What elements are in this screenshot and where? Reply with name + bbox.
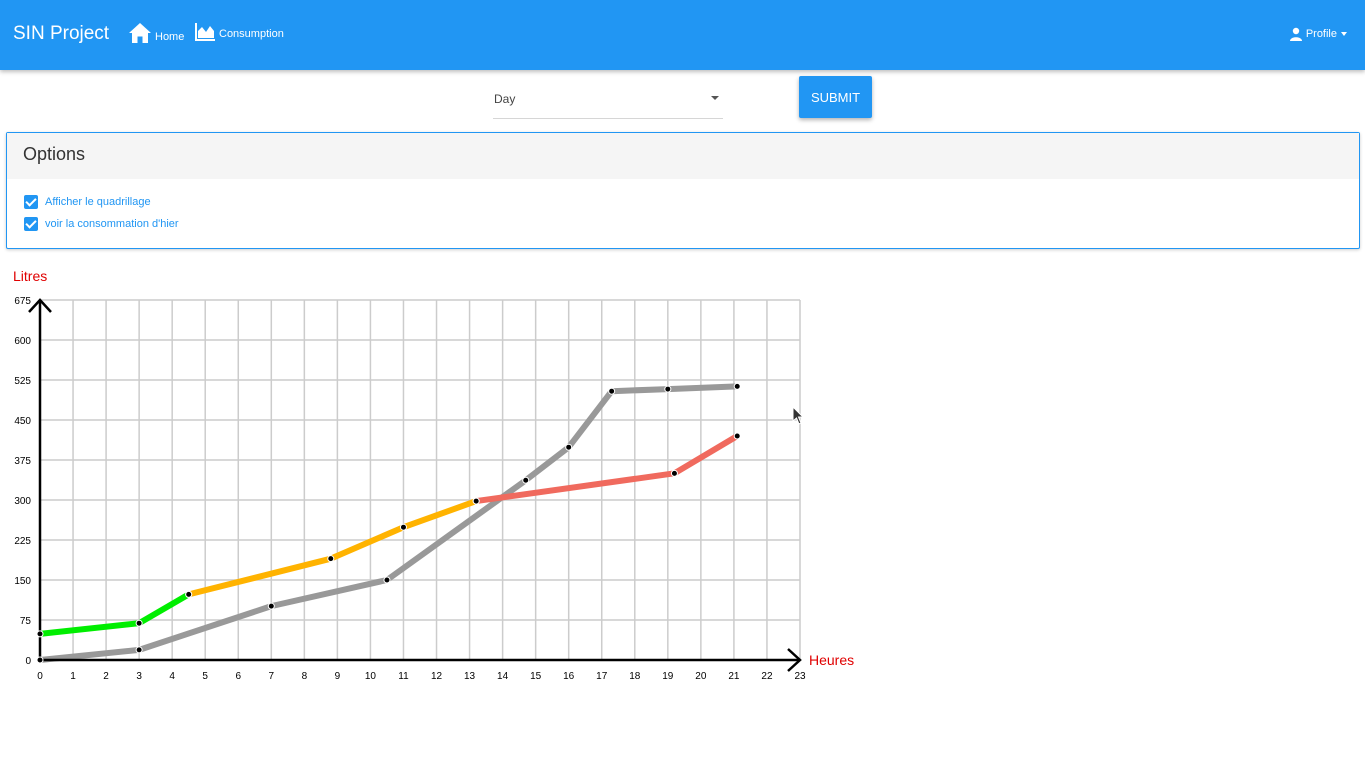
data-point	[327, 555, 335, 563]
x-tick-label: 6	[235, 671, 241, 682]
data-point	[135, 646, 143, 654]
y-tick-label: 675	[14, 296, 31, 307]
submit-button[interactable]: SUBMIT	[799, 76, 872, 118]
options-header: Options	[7, 133, 1359, 179]
user-icon	[1289, 27, 1302, 41]
x-tick-label: 4	[169, 671, 175, 682]
y-tick-label: 450	[14, 416, 31, 427]
x-tick-label: 2	[103, 671, 109, 682]
data-point	[185, 590, 193, 598]
grid-toggle-label[interactable]: Afficher le quadrillage	[45, 196, 151, 208]
x-tick-label: 1	[70, 671, 76, 682]
x-tick-label: 7	[269, 671, 275, 682]
data-point	[399, 523, 407, 531]
top-navbar: SIN Project Home Consumption Profile	[0, 0, 1365, 70]
series-line-today-segment-0	[39, 591, 191, 637]
x-tick-label: 8	[302, 671, 308, 682]
options-title: Options	[23, 144, 86, 164]
y-tick-label: 300	[14, 496, 31, 507]
data-point	[135, 619, 143, 627]
x-tick-label: 23	[794, 671, 806, 682]
profile-label: Profile	[1305, 28, 1337, 40]
nav-home-link[interactable]: Home	[128, 22, 184, 44]
y-tick-label: 225	[14, 536, 31, 547]
data-point	[733, 382, 741, 390]
data-point	[733, 432, 741, 440]
home-icon	[129, 23, 151, 43]
x-tick-label: 10	[365, 671, 377, 682]
x-tick-label: 22	[761, 671, 773, 682]
y-tick-label: 525	[14, 376, 31, 387]
mouse-cursor-icon	[792, 406, 805, 425]
y-tick-label: 375	[14, 456, 31, 467]
nav-home-label: Home	[155, 31, 185, 43]
x-tick-label: 18	[629, 671, 641, 682]
area-chart-icon	[195, 23, 215, 41]
x-tick-label: 0	[37, 671, 43, 682]
data-point	[36, 656, 44, 664]
consumption-chart: 0 1 2 3 4 5 6 7 8 9 10 11 12 13 14 15 16 17 18 19 20 21 22 2307…	[13, 268, 854, 682]
grid-toggle-checkbox[interactable]: Afficher le quadrillage	[24, 195, 151, 209]
x-tick-label: 19	[662, 671, 674, 682]
y-axis-label: Litres	[13, 268, 47, 284]
x-tick-label: 21	[728, 671, 740, 682]
profile-dropdown[interactable]: Profile	[1289, 27, 1347, 41]
x-tick-label: 3	[136, 671, 142, 682]
chevron-down-icon	[1341, 32, 1347, 36]
x-tick-label: 11	[398, 671, 409, 682]
x-tick-label: 17	[596, 671, 608, 682]
dropdown-arrow-icon	[711, 96, 719, 100]
data-point	[522, 476, 530, 484]
x-tick-label: 13	[464, 671, 476, 682]
x-tick-label: 9	[335, 671, 341, 682]
data-point	[383, 576, 391, 584]
y-tick-label: 0	[25, 656, 31, 667]
data-point	[565, 443, 573, 451]
yesterday-toggle-label[interactable]: voir la consommation d'hier	[45, 218, 179, 230]
data-point	[36, 630, 44, 638]
y-tick-label: 75	[20, 616, 32, 627]
checkbox-checked-icon[interactable]	[24, 195, 38, 209]
x-tick-label: 14	[497, 671, 509, 682]
y-tick-label: 150	[14, 576, 31, 587]
x-tick-label: 12	[431, 671, 443, 682]
period-select-value: Day	[494, 92, 516, 106]
data-point	[670, 469, 678, 477]
nav-consumption-label: Consumption	[219, 28, 284, 40]
y-tick-label: 600	[14, 336, 31, 347]
data-point	[608, 387, 616, 395]
period-select[interactable]: Day	[493, 80, 723, 119]
x-tick-label: 5	[202, 671, 208, 682]
x-tick-label: 15	[530, 671, 542, 682]
nav-consumption-link[interactable]: Consumption	[195, 22, 284, 41]
x-axis-label: Heures	[809, 652, 854, 668]
x-tick-label: 16	[563, 671, 575, 682]
data-point	[664, 385, 672, 393]
data-point	[472, 497, 480, 505]
checkbox-checked-icon[interactable]	[24, 217, 38, 231]
options-panel: Options Afficher le quadrillage voir la …	[6, 132, 1360, 249]
data-point	[267, 602, 275, 610]
x-tick-label: 20	[695, 671, 707, 682]
brand-title[interactable]: SIN Project	[13, 23, 109, 45]
yesterday-toggle-checkbox[interactable]: voir la consommation d'hier	[24, 217, 179, 231]
